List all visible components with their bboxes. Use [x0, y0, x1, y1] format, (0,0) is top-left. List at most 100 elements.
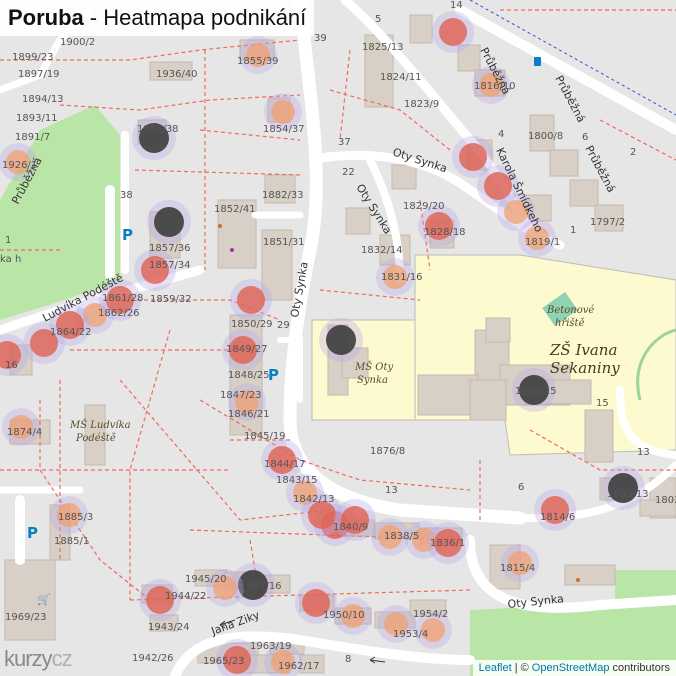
- house-number-label: 1840/9: [333, 522, 368, 533]
- house-number-label: 1838/5: [384, 531, 419, 542]
- house-number-label: 16: [5, 360, 18, 371]
- poi-label: Synka: [357, 375, 388, 386]
- house-number-label: 1891/7: [15, 132, 50, 143]
- house-number-label: 1802: [655, 495, 676, 506]
- house-number-label: 1844/17: [264, 459, 306, 470]
- heat-marker-high[interactable]: [154, 207, 184, 237]
- logo-text: kurzy: [4, 646, 53, 671]
- copyright-symbol: ©: [520, 662, 529, 674]
- map-title: Poruba - Heatmapa podnikání: [0, 0, 315, 36]
- heat-marker-high[interactable]: [326, 325, 356, 355]
- house-number-label: 14: [450, 0, 463, 11]
- house-number-label: 1836/1: [430, 538, 465, 549]
- house-number-label: 1829/20: [403, 201, 445, 212]
- attribution-contributors: contributors: [612, 662, 670, 674]
- heatmap-map[interactable]: Průběžná Průběžná Průběžná Průběžná Oty …: [0, 0, 676, 676]
- house-number-label: 1876/8: [370, 446, 405, 457]
- kurzy-logo[interactable]: kurzycz: [4, 646, 73, 672]
- school-label: Sekaniny: [550, 359, 620, 377]
- house-number-label: 1947/16: [240, 581, 282, 592]
- house-number-label: 1824/11: [380, 72, 422, 83]
- house-number-label: 1900/2: [60, 37, 95, 48]
- house-number-label: 1814/6: [540, 512, 575, 523]
- house-number-label: 1943/24: [148, 622, 190, 633]
- heat-marker-mid[interactable]: [308, 501, 336, 529]
- house-number-label: 39: [314, 33, 327, 44]
- house-number-label: 1831/16: [381, 272, 423, 283]
- heat-marker-low[interactable]: [271, 100, 295, 124]
- logo-text: cz: [51, 646, 73, 671]
- house-number-label: 1849/27: [226, 344, 268, 355]
- house-number-label: 1965/23: [203, 656, 245, 667]
- poi-label: MŠ Ludvíka: [69, 419, 131, 431]
- poi-dot-icon: [576, 578, 580, 582]
- house-number-label: 4: [498, 129, 504, 140]
- title-subtitle: Heatmapa podnikání: [103, 5, 307, 30]
- house-number-label: 1847/23: [220, 390, 262, 401]
- house-number-label: 1885/1: [54, 536, 89, 547]
- shop-icon: 🛒: [37, 593, 51, 606]
- house-number-label: 1803/13: [607, 489, 649, 500]
- svg-text:🛒: 🛒: [37, 593, 51, 606]
- house-number-label: 29: [277, 320, 290, 331]
- poi-label: MŠ Oty: [354, 361, 393, 373]
- heat-marker-mid[interactable]: [237, 286, 265, 314]
- house-number-label: 2: [630, 147, 636, 158]
- house-number-label: 1815/4: [500, 563, 535, 574]
- house-number-label: 1856/38: [137, 124, 179, 135]
- leaflet-link[interactable]: Leaflet: [479, 662, 512, 674]
- poi-label: hřiště: [555, 318, 585, 329]
- house-number-label: h: [15, 254, 21, 265]
- house-number-label: 1894/13: [22, 94, 64, 105]
- school-label: ZŠ Ivana: [549, 341, 617, 359]
- house-number-label: 1857/34: [149, 260, 191, 271]
- house-number-label: 1953/4: [393, 629, 428, 640]
- house-number-label: 1857/36: [149, 243, 191, 254]
- heat-marker-mid[interactable]: [439, 18, 467, 46]
- osm-link[interactable]: OpenStreetMap: [532, 662, 610, 674]
- house-number-label: 1816/10: [474, 81, 516, 92]
- house-number-label: 1944/22: [165, 591, 207, 602]
- svg-text:P: P: [122, 226, 133, 244]
- house-number-label: 37: [338, 137, 351, 148]
- house-number-label: 1823/9: [404, 99, 439, 110]
- house-number-label: 1859/32: [150, 294, 192, 305]
- house-number-label: 1: [5, 235, 11, 246]
- svg-text:P: P: [268, 366, 279, 384]
- house-number-label: 1864/22: [50, 327, 92, 338]
- attribution-separator: |: [514, 662, 518, 674]
- poi-dot-icon: [218, 224, 222, 228]
- house-number-label: 1850/29: [231, 319, 273, 330]
- house-number-label: 1942/26: [132, 653, 174, 664]
- house-number-label: 1819/1: [525, 237, 560, 248]
- poi-label: Betonové: [546, 305, 594, 316]
- house-number-label: 1954/2: [413, 609, 448, 620]
- house-number-label: 1842/13: [293, 494, 335, 505]
- house-number-label: 38: [120, 190, 133, 201]
- house-number-label: 1825/13: [362, 42, 404, 53]
- heat-marker-mid[interactable]: [459, 143, 487, 171]
- house-number-label: 1950/10: [323, 610, 365, 621]
- house-number-label: 13: [637, 447, 650, 458]
- svg-text:P: P: [27, 524, 38, 542]
- house-number-label: 1804/15: [515, 386, 557, 397]
- parking-icon: P: [27, 524, 38, 542]
- parking-icon: P: [122, 226, 133, 244]
- house-number-label: 1843/15: [276, 475, 318, 486]
- house-number-label: 22: [342, 167, 355, 178]
- house-number-label: 1855/39: [237, 56, 279, 67]
- poi-label: Podéště: [75, 433, 116, 444]
- house-number-label: 1846/21: [228, 409, 270, 420]
- house-number-label: 1851/31: [263, 237, 305, 248]
- house-number-label: 1828/18: [424, 227, 466, 238]
- house-number-label: 1897/19: [18, 69, 60, 80]
- house-number-label: 1899/23: [12, 52, 54, 63]
- house-number-label: 1962/17: [278, 661, 320, 672]
- house-number-label: 1800/8: [528, 131, 563, 142]
- house-number-label: 1874/4: [7, 427, 42, 438]
- tram-stop-icon: [534, 57, 541, 66]
- house-number-label: 1797/2: [590, 217, 625, 228]
- house-number-label: 1963/19: [250, 641, 292, 652]
- house-number-label: 8: [345, 654, 351, 665]
- map-attribution: Leaflet | © OpenStreetMap contributors: [472, 660, 676, 676]
